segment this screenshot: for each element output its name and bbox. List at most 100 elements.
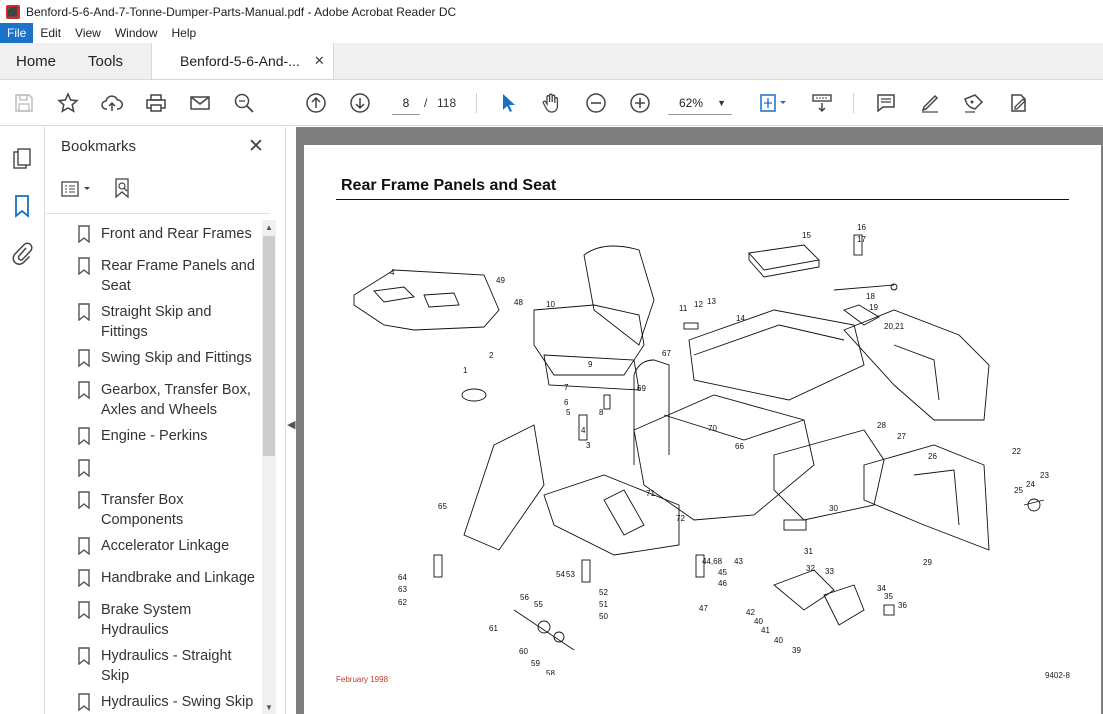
callout-label: 60 xyxy=(519,647,528,656)
document-viewer[interactable]: Rear Frame Panels and Seat 4 49 48 10 1 … xyxy=(296,127,1103,714)
callout-label: 42 xyxy=(746,608,755,617)
callout-label: 10 xyxy=(546,300,555,309)
close-panel-icon[interactable]: ✕ xyxy=(248,135,264,158)
callout-label: 61 xyxy=(489,624,498,633)
bookmarks-icon[interactable] xyxy=(11,194,33,218)
bookmark-item[interactable]: Swing Skip and Fittings xyxy=(78,348,262,368)
select-cursor-icon[interactable] xyxy=(496,91,520,115)
callout-label: 27 xyxy=(897,432,906,441)
callout-label: 28 xyxy=(877,421,886,430)
search-icon[interactable] xyxy=(232,91,256,115)
toolbar: 8 / 118 62% ▼ xyxy=(0,80,1103,126)
bookmark-item[interactable]: Front and Rear Frames xyxy=(78,224,262,244)
callout-label: 67 xyxy=(662,349,671,358)
bookmark-item[interactable]: Hydraulics - Swing Skip xyxy=(78,692,262,712)
bookmarks-scrollbar[interactable]: ▲ ▼ xyxy=(262,220,276,714)
upload-cloud-icon[interactable] xyxy=(100,91,124,115)
callout-label: 50 xyxy=(599,612,608,621)
bookmark-label: Rear Frame Panels and Seat xyxy=(101,258,255,294)
page-thumbnails-icon[interactable] xyxy=(11,147,33,171)
navigation-rail xyxy=(0,127,45,714)
bookmark-item[interactable]: Accelerator Linkage xyxy=(78,536,262,556)
tab-home[interactable]: Home xyxy=(0,43,72,79)
menu-view[interactable]: View xyxy=(68,23,108,43)
bookmark-item[interactable]: Handbrake and Linkage xyxy=(78,568,262,588)
bookmark-item[interactable]: Engine - Perkins xyxy=(78,426,262,446)
bookmark-item[interactable]: Transfer Box Components xyxy=(78,490,262,530)
attachments-icon[interactable] xyxy=(11,241,33,265)
fit-page-icon[interactable] xyxy=(755,91,791,115)
bookmark-item[interactable]: Gearbox, Transfer Box, Axles and Wheels xyxy=(78,380,262,420)
bookmark-icon xyxy=(78,537,90,555)
callout-label: 48 xyxy=(514,298,523,307)
menu-window[interactable]: Window xyxy=(108,23,165,43)
callout-label: 11 xyxy=(679,304,688,313)
callout-label: 32 xyxy=(806,564,815,573)
callout-label: 31 xyxy=(804,547,813,556)
tab-document[interactable]: Benford-5-6-And-... ✕ xyxy=(151,43,334,79)
callout-label: 45 xyxy=(718,568,727,577)
bookmark-options-icon[interactable] xyxy=(60,179,96,199)
panel-divider xyxy=(46,213,270,214)
footer-code: 9402-8 xyxy=(1045,671,1070,680)
bookmark-icon xyxy=(78,601,90,619)
bookmark-label: Front and Rear Frames xyxy=(101,226,252,242)
zoom-out-icon[interactable] xyxy=(584,91,608,115)
callout-label: 36 xyxy=(898,601,907,610)
bookmark-label: Hydraulics - Swing Skip xyxy=(101,694,254,710)
bookmark-star-icon[interactable] xyxy=(56,91,80,115)
email-icon[interactable] xyxy=(188,91,212,115)
menu-file[interactable]: File xyxy=(0,23,34,43)
bookmark-icon xyxy=(78,257,90,275)
page-number-input[interactable]: 8 xyxy=(392,91,420,115)
callout-label: 43 xyxy=(734,557,743,566)
callout-label: 4 xyxy=(390,268,395,277)
callout-label: 24 xyxy=(1026,480,1035,489)
previous-page-icon[interactable] xyxy=(304,91,328,115)
menu-edit[interactable]: Edit xyxy=(33,23,68,43)
bookmark-item[interactable]: Brake System Hydraulics xyxy=(78,600,262,640)
save-icon[interactable] xyxy=(12,91,36,115)
callout-label: 25 xyxy=(1014,486,1023,495)
next-page-icon[interactable] xyxy=(348,91,372,115)
callout-label: 51 xyxy=(599,600,608,609)
scroll-down-icon[interactable]: ▼ xyxy=(265,703,273,712)
bookmark-label: Transfer Box Components xyxy=(101,492,184,528)
scrollbar-thumb[interactable] xyxy=(263,236,275,456)
bookmark-item[interactable]: Rear Frame Panels and Seat xyxy=(78,256,262,296)
callout-label: 33 xyxy=(825,567,834,576)
bookmark-item[interactable] xyxy=(78,458,262,477)
callout-label: 14 xyxy=(736,314,745,323)
callout-label: 8 xyxy=(599,408,604,417)
fill-and-sign-icon[interactable] xyxy=(1006,91,1030,115)
callout-label: 69 xyxy=(637,384,646,393)
callout-label: 22 xyxy=(1012,447,1021,456)
highlight-pen-icon[interactable] xyxy=(918,91,942,115)
print-icon[interactable] xyxy=(144,91,168,115)
page-title: Rear Frame Panels and Seat xyxy=(341,177,557,194)
sign-pen-icon[interactable] xyxy=(962,91,986,115)
zoom-level-select[interactable]: 62% ▼ xyxy=(668,91,732,115)
bookmark-icon xyxy=(78,381,90,399)
menu-help[interactable]: Help xyxy=(165,23,204,43)
callout-label: 26 xyxy=(928,452,937,461)
scrolling-mode-icon[interactable] xyxy=(810,91,834,115)
callout-label: 63 xyxy=(398,585,407,594)
find-bookmark-icon[interactable] xyxy=(112,177,134,199)
bookmark-item[interactable]: Hydraulics - Straight Skip xyxy=(78,646,262,686)
scroll-up-icon[interactable]: ▲ xyxy=(265,223,273,232)
collapse-panel-icon[interactable]: ◀ xyxy=(287,418,295,431)
zoom-in-icon[interactable] xyxy=(628,91,652,115)
callout-label: 20,21 xyxy=(884,322,905,331)
close-tab-icon[interactable]: ✕ xyxy=(314,53,325,69)
bookmark-label: Hydraulics - Straight Skip xyxy=(101,648,232,684)
bookmarks-toolbar xyxy=(60,177,270,201)
comment-icon[interactable] xyxy=(874,91,898,115)
hand-tool-icon[interactable] xyxy=(540,91,564,115)
tab-document-label: Benford-5-6-And-... xyxy=(180,53,300,69)
acrobat-app-icon: ⬛ xyxy=(6,4,20,19)
callout-label: 72 xyxy=(676,514,685,523)
bookmark-item[interactable]: Straight Skip and Fittings xyxy=(78,302,262,342)
tab-tools[interactable]: Tools xyxy=(72,43,139,79)
callout-label: 54 xyxy=(556,570,565,579)
